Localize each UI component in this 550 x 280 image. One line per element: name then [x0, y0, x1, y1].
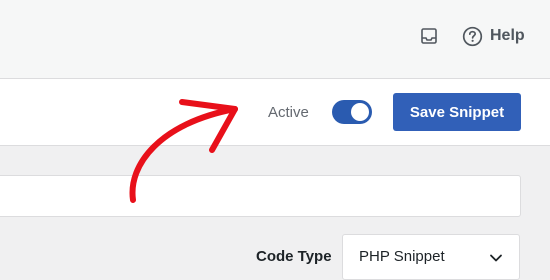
- action-bar: Active Save Snippet: [0, 79, 550, 146]
- save-snippet-button[interactable]: Save Snippet: [393, 93, 521, 131]
- editor-area: Code Type PHP Snippet: [0, 146, 550, 280]
- top-bar: Help: [0, 0, 550, 79]
- snippet-title-input[interactable]: [0, 175, 521, 217]
- code-type-value: PHP Snippet: [359, 248, 445, 265]
- help-label: Help: [490, 27, 525, 44]
- code-type-label: Code Type: [256, 248, 332, 265]
- help-circle-icon: [462, 26, 483, 47]
- inbox-icon: [421, 28, 437, 44]
- chevron-down-icon: [490, 254, 502, 262]
- active-label: Active: [268, 104, 309, 121]
- toggle-knob: [351, 103, 369, 121]
- code-type-select[interactable]: PHP Snippet: [342, 234, 520, 280]
- active-toggle[interactable]: [332, 100, 372, 124]
- help-button[interactable]: Help: [462, 24, 525, 48]
- inbox-button[interactable]: [418, 25, 440, 47]
